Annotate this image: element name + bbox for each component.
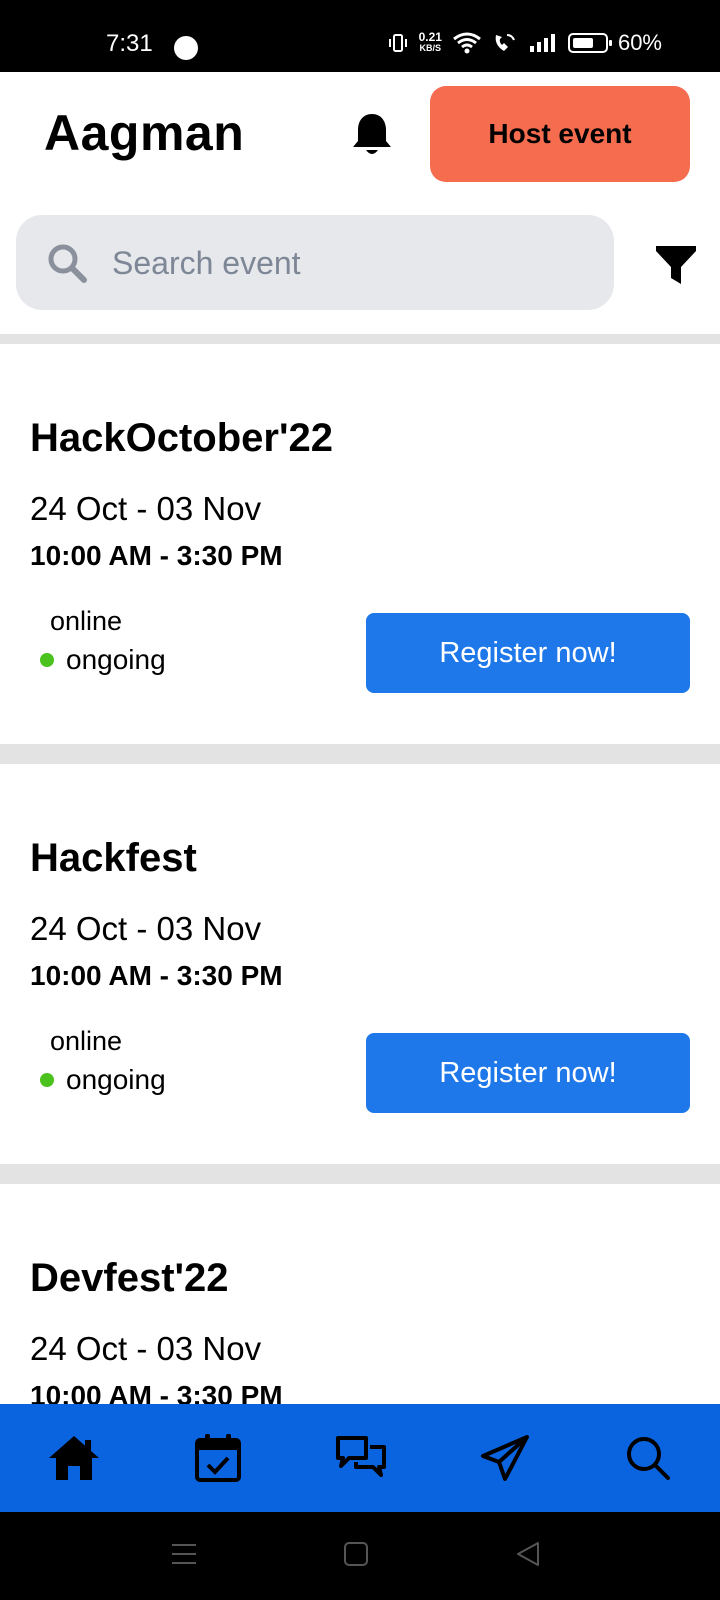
event-status: ongoing: [40, 644, 166, 676]
battery-percent: 60%: [617, 30, 662, 55]
divider: [0, 334, 720, 344]
search-icon: [48, 244, 87, 283]
event-status: ongoing: [40, 1064, 166, 1096]
status-indicators: 0.21 KB/S 60%: [387, 30, 662, 56]
event-mode: online: [50, 606, 123, 636]
event-time: 10:00 AM - 3:30 PM: [30, 960, 283, 991]
net-speed: 0.21 KB/S: [418, 30, 442, 54]
search-icon: [627, 1437, 670, 1480]
app-notification-icon: [174, 36, 198, 60]
event-card: Hackfest 24 Oct - 03 Nov 10:00 AM - 3:30…: [0, 764, 720, 1164]
nav-home[interactable]: [46, 1430, 102, 1486]
nav-calendar[interactable]: [190, 1430, 246, 1486]
divider: [0, 744, 720, 764]
event-title: Devfest'22: [30, 1256, 229, 1300]
battery-icon: [567, 33, 612, 53]
filter-icon[interactable]: [654, 243, 698, 287]
event-title: Hackfest: [30, 836, 197, 880]
nav-send[interactable]: [477, 1430, 533, 1486]
net-speed-value: 0.21: [418, 30, 442, 44]
back-icon[interactable]: [512, 1538, 544, 1570]
event-mode: online: [50, 1026, 123, 1056]
event-time: 10:00 AM - 3:30 PM: [30, 540, 283, 571]
event-dates: 24 Oct - 03 Nov: [30, 910, 262, 947]
status-time: 7:31: [106, 30, 153, 57]
event-card: Devfest'22 24 Oct - 03 Nov 10:00 AM - 3:…: [0, 1184, 720, 1404]
home-icon: [49, 1436, 99, 1480]
register-button[interactable]: Register now!: [366, 1033, 690, 1113]
event-card: HackOctober'22 24 Oct - 03 Nov 10:00 AM …: [0, 344, 720, 744]
event-title: HackOctober'22: [30, 416, 333, 460]
net-speed-unit: KB/S: [419, 43, 442, 53]
home-button-icon[interactable]: [340, 1538, 372, 1570]
send-icon: [480, 1435, 529, 1481]
status-dot-icon: [40, 653, 54, 667]
chat-icon: [336, 1436, 386, 1477]
vibrate-icon: [388, 34, 407, 52]
nav-search[interactable]: [620, 1430, 676, 1486]
event-status-label: ongoing: [66, 1064, 166, 1095]
wifi-call-icon: [495, 34, 515, 51]
app-title: Aagman: [44, 105, 245, 161]
event-dates: 24 Oct - 03 Nov: [30, 1330, 262, 1367]
divider: [0, 1164, 720, 1184]
status-bar: 7:31 0.21 KB/S 60%: [0, 0, 720, 72]
nav-chat[interactable]: [333, 1430, 389, 1486]
system-nav-bar: [0, 1512, 720, 1600]
menu-icon[interactable]: [168, 1538, 200, 1570]
signal-icon: [529, 34, 555, 52]
wifi-icon: [453, 32, 481, 54]
search-input[interactable]: [112, 235, 592, 291]
event-status-label: ongoing: [66, 644, 166, 675]
calendar-check-icon: [194, 1434, 241, 1482]
status-dot-icon: [40, 1073, 54, 1087]
event-dates: 24 Oct - 03 Nov: [30, 490, 262, 527]
register-button[interactable]: Register now!: [366, 613, 690, 693]
bottom-nav: [0, 1404, 720, 1512]
bell-icon[interactable]: [350, 110, 394, 158]
event-time: 10:00 AM - 3:30 PM: [30, 1380, 283, 1404]
host-event-button[interactable]: Host event: [430, 86, 690, 182]
search-bar[interactable]: [16, 215, 614, 310]
